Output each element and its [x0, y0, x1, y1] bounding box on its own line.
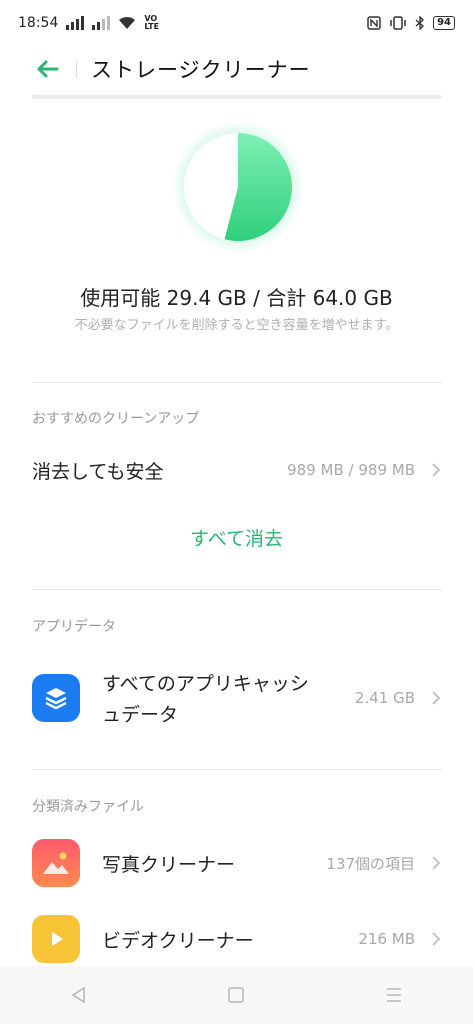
- photo-cleaner-label: 写真クリーナー: [102, 853, 236, 876]
- chevron-right-icon: [429, 463, 443, 477]
- divider-2: [32, 589, 442, 590]
- back-arrow-icon: [37, 60, 59, 78]
- available-value: 29.4 GB: [166, 286, 247, 310]
- separator: /: [253, 286, 260, 310]
- safe-delete-label: 消去しても安全: [32, 460, 164, 483]
- page-title: ストレージクリーナー: [91, 58, 311, 82]
- photo-cleaner-row[interactable]: 写真クリーナー 137個の項目: [0, 838, 473, 888]
- video-cleaner-value: 216 MB: [358, 930, 415, 948]
- divider-1: [32, 382, 442, 383]
- vibrate-icon: [390, 16, 406, 30]
- wifi-icon: [119, 16, 136, 29]
- categorized-section-label: 分類済みファイル: [32, 799, 144, 815]
- square-home-icon: [228, 987, 245, 1003]
- recommended-section-label: おすすめのクリーンアップ: [32, 411, 200, 427]
- available-label: 使用可能: [80, 286, 161, 310]
- safe-delete-value: 989 MB / 989 MB: [287, 461, 415, 479]
- header-divider: [76, 60, 77, 78]
- chevron-right-icon: [429, 691, 443, 705]
- video-cleaner-label: ビデオクリーナー: [102, 929, 254, 952]
- app-header: ストレージクリーナー: [0, 46, 473, 92]
- nav-menu-button[interactable]: [374, 975, 414, 1015]
- app-cache-value: 2.41 GB: [354, 689, 415, 707]
- clear-all-button[interactable]: すべて消去: [0, 524, 473, 551]
- menu-lines-icon: [387, 988, 402, 1002]
- app-data-section-label: アプリデータ: [32, 619, 116, 635]
- storage-pie-chart: [173, 122, 303, 252]
- nfc-icon: [367, 16, 381, 30]
- storage-hint: 不必要なファイルを削除すると空き容量を増やせます。: [74, 318, 399, 333]
- volte-label: VO LTE: [144, 14, 160, 31]
- storage-summary: 使用可能 29.4 GB / 合計 64.0 GB: [0, 282, 473, 311]
- photo-icon: [32, 839, 80, 887]
- app-cache-label-line2: ュデータ: [102, 704, 179, 726]
- system-nav-bar: [0, 966, 473, 1024]
- signal-icon: [66, 16, 85, 30]
- nav-home-button[interactable]: [216, 975, 256, 1015]
- status-time: 18:54: [18, 15, 59, 31]
- nav-back-button[interactable]: [59, 975, 99, 1015]
- photo-cleaner-value: 137個の項目: [326, 854, 415, 873]
- triangle-back-icon: [71, 986, 85, 1004]
- safe-delete-row[interactable]: 消去しても安全 989 MB / 989 MB: [0, 448, 473, 492]
- video-icon: [32, 915, 80, 963]
- battery-icon: 94: [433, 16, 455, 30]
- header-separator: [32, 95, 442, 99]
- layers-icon: [32, 674, 80, 722]
- chevron-right-icon: [429, 932, 443, 946]
- status-bar: 18:54 VO LTE 94: [0, 0, 473, 46]
- chevron-right-icon: [429, 856, 443, 870]
- bluetooth-icon: [415, 16, 425, 30]
- app-cache-label-line1: すべてのアプリキャッシ: [102, 673, 309, 695]
- divider-3: [32, 769, 442, 770]
- total-value: 64.0 GB: [312, 286, 393, 310]
- video-cleaner-row[interactable]: ビデオクリーナー 216 MB: [0, 914, 473, 964]
- total-label: 合計: [266, 286, 307, 310]
- app-cache-row[interactable]: すべてのアプリキャッシ ュデータ 2.41 GB: [0, 664, 473, 732]
- signal-2-icon: [92, 16, 111, 30]
- back-button[interactable]: [32, 54, 62, 84]
